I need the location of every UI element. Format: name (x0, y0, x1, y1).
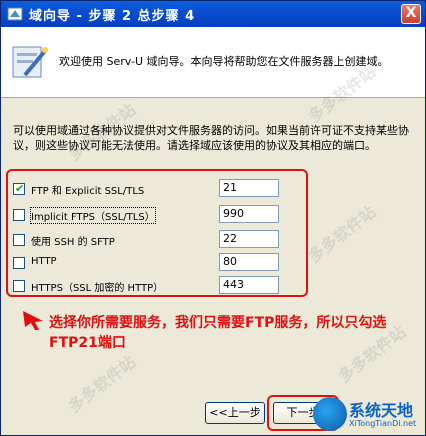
protocol-label: 使用 SSH 的 SFTP (31, 237, 115, 248)
watermark: 多多软件站 (304, 202, 380, 267)
protocol-row-ftps[interactable]: Implicit FTPS（SSL/TLS） 990 (13, 205, 303, 225)
http-port-input[interactable]: 80 (219, 253, 279, 271)
protocol-description: 可以使用域通过各种协议提供对文件服务器的访问。如果当前许可证不支持某些协议，则这… (13, 124, 409, 152)
protocol-label: Implicit FTPS（SSL/TLS） (30, 207, 156, 224)
instruction-annotation: 选择你所需要服务，我们只需要FTP服务，所以只勾选FTP21端口 (49, 315, 387, 351)
logo-icon (313, 397, 347, 431)
ftp-checkbox[interactable]: ✔ (13, 182, 25, 195)
protocol-row-https[interactable]: HTTPS（SSL 加密的 HTTP） 443 (13, 276, 303, 296)
wizard-wand-icon (12, 46, 48, 78)
close-button[interactable]: X (401, 4, 421, 24)
protocol-label: HTTP (31, 256, 57, 267)
protocol-label: FTP 和 Explicit SSL/TLS (31, 186, 145, 197)
title-bar[interactable]: 域向导 - 步骤 2 总步骤 4 X (1, 1, 425, 27)
sftp-checkbox[interactable] (13, 234, 25, 246)
watermark: 多多软件站 (64, 352, 140, 417)
back-button[interactable]: <<上一步 (205, 402, 265, 424)
https-checkbox[interactable] (13, 280, 25, 292)
arrow-icon (23, 311, 43, 330)
site-logo: 系统天地 XiTongTianDi.net (313, 393, 425, 435)
ftps-checkbox[interactable] (13, 209, 25, 221)
wizard-icon (7, 7, 23, 21)
logo-url: XiTongTianDi.net (349, 419, 417, 428)
http-checkbox[interactable] (13, 257, 25, 269)
check-icon: ✔ (15, 182, 25, 195)
header-text: 欢迎使用 Serv-U 域向导。本向导将帮助您在文件服务器上创建域。 (59, 55, 389, 68)
protocol-row-http[interactable]: HTTP 80 (13, 253, 303, 273)
window-title: 域向导 - 步骤 2 总步骤 4 (29, 8, 196, 24)
logo-name: 系统天地 (349, 401, 414, 420)
sftp-port-input[interactable]: 22 (219, 230, 279, 248)
https-port-input[interactable]: 443 (219, 276, 279, 294)
ftp-port-input[interactable]: 21 (219, 179, 279, 197)
protocol-row-ftp[interactable]: ✔ FTP 和 Explicit SSL/TLS 21 (13, 179, 303, 199)
ftps-port-input[interactable]: 990 (219, 205, 279, 223)
wizard-window: 域向导 - 步骤 2 总步骤 4 X 欢迎使用 Serv-U 域向导。本向导将帮… (0, 0, 426, 436)
protocol-label: HTTPS（SSL 加密的 HTTP） (31, 283, 164, 294)
protocol-row-sftp[interactable]: 使用 SSH 的 SFTP 22 (13, 230, 303, 250)
